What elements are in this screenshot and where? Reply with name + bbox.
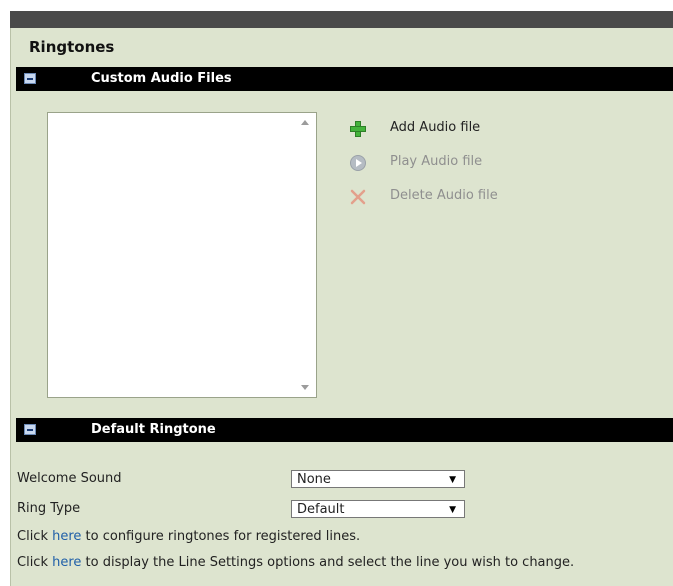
window-top-bar bbox=[10, 11, 673, 28]
add-audio-file-label: Add Audio file bbox=[390, 120, 481, 135]
custom-audio-section-header[interactable]: Custom Audio Files bbox=[16, 67, 673, 91]
configure-ringtones-link[interactable]: here bbox=[52, 529, 81, 544]
play-icon bbox=[350, 155, 366, 171]
ring-type-value: Default bbox=[297, 502, 345, 517]
text-suffix: to display the Line Settings options and… bbox=[81, 555, 575, 570]
ringtones-panel: Ringtones Custom Audio Files Add Audio f… bbox=[10, 28, 673, 586]
collapse-icon[interactable] bbox=[24, 73, 36, 84]
text-prefix: Click bbox=[17, 529, 53, 544]
play-audio-file-label: Play Audio file bbox=[390, 154, 483, 169]
text-prefix: Click bbox=[17, 555, 53, 570]
plus-icon bbox=[350, 121, 366, 137]
dropdown-arrow-icon: ▼ bbox=[449, 505, 456, 515]
delete-x-icon bbox=[350, 189, 366, 205]
welcome-sound-select[interactable]: None ▼ bbox=[291, 470, 465, 488]
dropdown-arrow-icon: ▼ bbox=[449, 475, 456, 485]
scroll-up-arrow-icon[interactable] bbox=[301, 120, 309, 125]
welcome-sound-value: None bbox=[297, 472, 331, 487]
section-title: Default Ringtone bbox=[91, 422, 216, 437]
line-settings-link[interactable]: here bbox=[52, 555, 81, 570]
scroll-down-arrow-icon[interactable] bbox=[301, 385, 309, 390]
line-settings-text: Click here to display the Line Settings … bbox=[17, 555, 574, 570]
default-ringtone-section-header[interactable]: Default Ringtone bbox=[16, 418, 673, 442]
collapse-icon[interactable] bbox=[24, 424, 36, 435]
section-title: Custom Audio Files bbox=[91, 71, 232, 86]
delete-audio-file-label: Delete Audio file bbox=[390, 188, 498, 203]
configure-ringtones-text: Click here to configure ringtones for re… bbox=[17, 529, 360, 544]
audio-file-list[interactable] bbox=[47, 112, 317, 398]
text-suffix: to configure ringtones for registered li… bbox=[81, 529, 361, 544]
ring-type-label: Ring Type bbox=[17, 501, 81, 516]
ring-type-select[interactable]: Default ▼ bbox=[291, 500, 465, 518]
page-title: Ringtones bbox=[29, 38, 115, 56]
welcome-sound-label: Welcome Sound bbox=[17, 471, 122, 486]
